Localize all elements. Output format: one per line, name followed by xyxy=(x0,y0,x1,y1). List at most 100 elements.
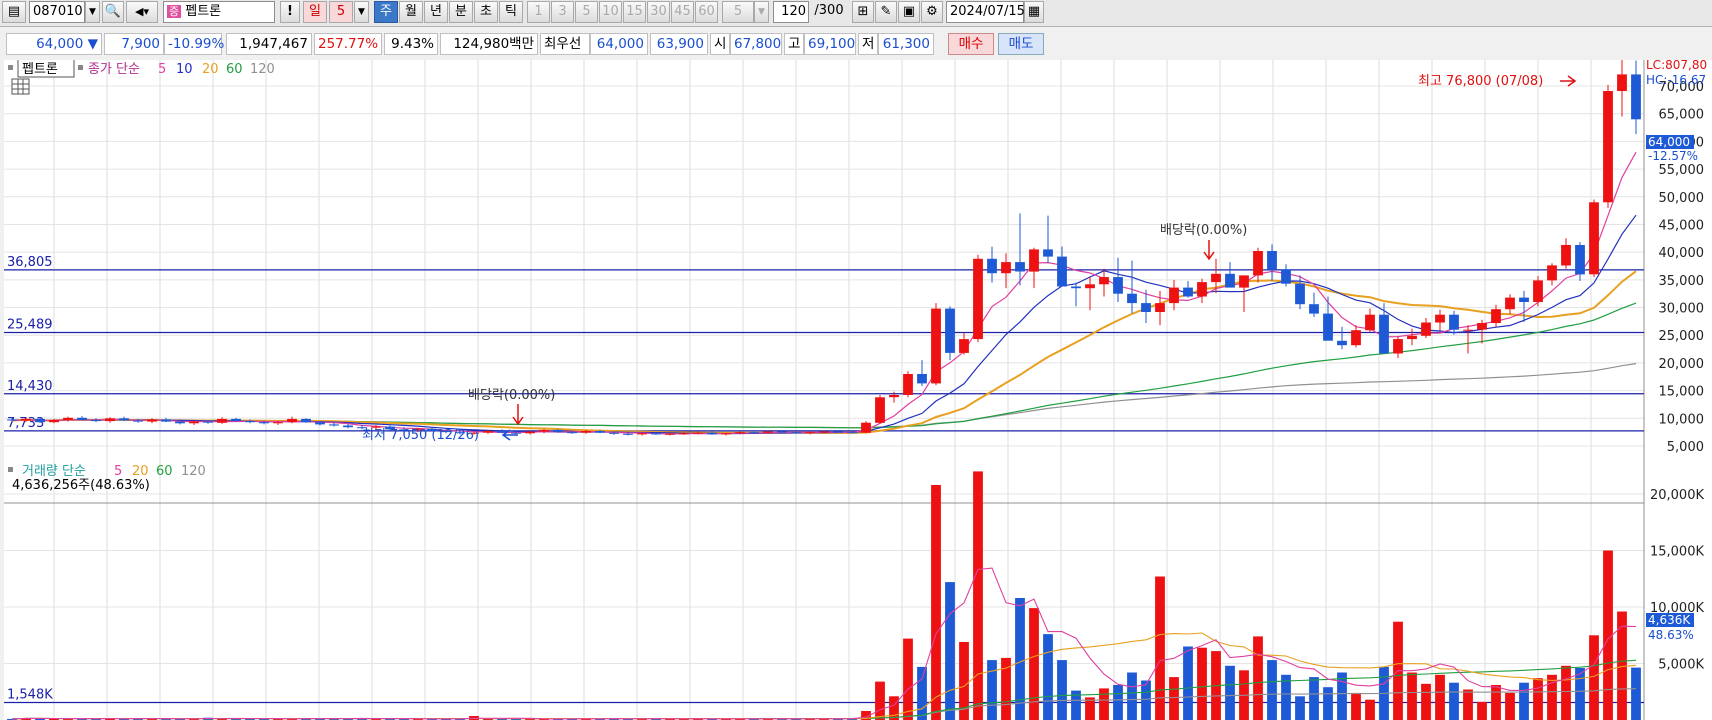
candle-body xyxy=(875,397,885,423)
volume-bar xyxy=(1631,667,1641,720)
tab-month[interactable]: 월 xyxy=(399,1,423,23)
candle-body xyxy=(1127,293,1137,304)
alert-icon[interactable]: ! xyxy=(280,1,300,23)
interval-5[interactable]: 5 xyxy=(575,1,598,23)
volume-bar xyxy=(1295,696,1305,720)
tab-second[interactable]: 초 xyxy=(474,1,498,23)
candle-body xyxy=(931,308,941,384)
price-tick-label: 40,000 xyxy=(1659,246,1705,261)
volume-bar xyxy=(1309,677,1319,720)
search-icon[interactable]: 🔍 xyxy=(102,1,124,23)
candle-body xyxy=(1057,256,1067,287)
volume-bar xyxy=(1141,680,1151,720)
volume-bar xyxy=(1491,685,1501,720)
speaker-icon[interactable]: ◀▾ xyxy=(126,1,158,23)
interval-30[interactable]: 30 xyxy=(647,1,670,23)
tab-week[interactable]: 주 xyxy=(374,1,398,23)
chart-canvas[interactable]: 5,000 10,000 15,000 20,000 25,000 30,000 35,00… xyxy=(4,60,1712,720)
volume-bar xyxy=(1183,646,1193,720)
turnover: 9.43% xyxy=(384,33,438,55)
candle-body xyxy=(903,374,913,395)
candle-body xyxy=(301,418,311,423)
candle-body xyxy=(1197,282,1207,297)
buy-button[interactable]: 매수 xyxy=(948,33,994,55)
interval-3[interactable]: 3 xyxy=(551,1,574,23)
low: 61,300 xyxy=(878,33,934,55)
legend-vol-ma5: 5 xyxy=(114,464,122,479)
date-input[interactable]: 2024/07/15 xyxy=(946,1,1025,23)
volume-bar xyxy=(1421,683,1431,720)
count-input[interactable]: 120 xyxy=(773,1,809,23)
count-max: /300 xyxy=(814,3,844,18)
candle-body xyxy=(1505,297,1515,310)
candle-body xyxy=(861,422,871,433)
calendar-icon[interactable]: ▦ xyxy=(1024,1,1044,23)
candle-body xyxy=(567,432,577,434)
drawing-icon[interactable]: ✎ xyxy=(875,1,897,23)
change: 7,900 xyxy=(104,33,164,55)
price-tick-label: 5,000 xyxy=(1667,440,1704,455)
volume-bar xyxy=(1505,692,1515,720)
candle-body xyxy=(763,431,773,433)
day-dropdown-icon[interactable]: ▼ xyxy=(354,1,369,23)
last-volume-pct: 48.63% xyxy=(1648,628,1694,642)
interval-15[interactable]: 15 xyxy=(623,1,646,23)
open-label: 시 xyxy=(710,33,730,55)
code-dropdown-icon[interactable]: ▼ xyxy=(85,1,100,23)
candle-body xyxy=(651,433,661,435)
volume-bar xyxy=(1043,634,1053,720)
price-tick-label: 10,000 xyxy=(1659,412,1705,427)
low-annotation: 최저 7,050 (12/26) xyxy=(362,428,479,443)
support-line-label: 25,489 xyxy=(7,318,53,333)
stock-code-input[interactable]: 087010 xyxy=(29,1,85,23)
table-icon[interactable] xyxy=(11,78,30,95)
volume-bar xyxy=(1323,687,1333,720)
candle-body xyxy=(1267,251,1277,270)
interval-60[interactable]: 60 xyxy=(695,1,718,23)
volume-bar xyxy=(931,485,941,720)
candle-body xyxy=(1561,245,1571,266)
candle-body xyxy=(721,433,731,435)
tab-tick[interactable]: 틱 xyxy=(499,1,523,23)
tab-day[interactable]: 일 xyxy=(303,1,327,23)
stock-name-field[interactable]: 증 펩트론 xyxy=(163,1,275,23)
volume-bar xyxy=(1575,668,1585,720)
interval-10[interactable]: 10 xyxy=(599,1,622,23)
tab-year[interactable]: 년 xyxy=(424,1,448,23)
candle-body xyxy=(343,425,353,428)
high-label: 고 xyxy=(784,33,804,55)
candle-body xyxy=(1071,286,1081,289)
candle-body xyxy=(1407,335,1417,340)
best-label: 최우선 xyxy=(540,33,590,55)
last-volume-label: 4,636K xyxy=(1648,613,1691,627)
volume-bar xyxy=(973,471,983,720)
interval-1[interactable]: 1 xyxy=(527,1,550,23)
volume-bar xyxy=(1001,657,1011,720)
day-count[interactable]: 5 xyxy=(329,1,353,23)
volume-info: 4,636,256주(48.63%) xyxy=(12,478,150,493)
candle-body xyxy=(1337,340,1347,346)
volume-bar xyxy=(1197,647,1207,720)
toolbar: ▤ 087010 ▼ 🔍 ◀▾ 증 펩트론 ! 일 5 ▼ 주 월 년 분 초 … xyxy=(0,0,1712,27)
candle-body xyxy=(1225,273,1235,288)
volume: 1,947,467 xyxy=(226,33,312,55)
high-annotation: 최고 76,800 (07/08) xyxy=(1418,74,1543,89)
volume-bar xyxy=(1127,672,1137,720)
tab-minute[interactable]: 분 xyxy=(449,1,473,23)
volume-bar xyxy=(1463,689,1473,720)
interval-45[interactable]: 45 xyxy=(671,1,694,23)
candle-body xyxy=(1617,74,1627,91)
menu-icon[interactable]: ▤ xyxy=(2,1,26,23)
interval-dropdown-icon[interactable]: ▼ xyxy=(754,1,769,23)
candle-body xyxy=(483,431,493,433)
change-pct: -10.99% xyxy=(164,33,224,55)
gear-icon[interactable]: ⚙ xyxy=(921,1,943,23)
save-icon[interactable]: ▣ xyxy=(898,1,920,23)
candle-body xyxy=(231,418,241,422)
candle-body xyxy=(119,418,129,421)
candle-body xyxy=(329,424,339,426)
interval-select[interactable]: 5 xyxy=(722,1,754,23)
sell-button[interactable]: 매도 xyxy=(998,33,1044,55)
candle-body xyxy=(525,431,535,434)
indicator-icon[interactable]: ⊞ xyxy=(852,1,874,23)
